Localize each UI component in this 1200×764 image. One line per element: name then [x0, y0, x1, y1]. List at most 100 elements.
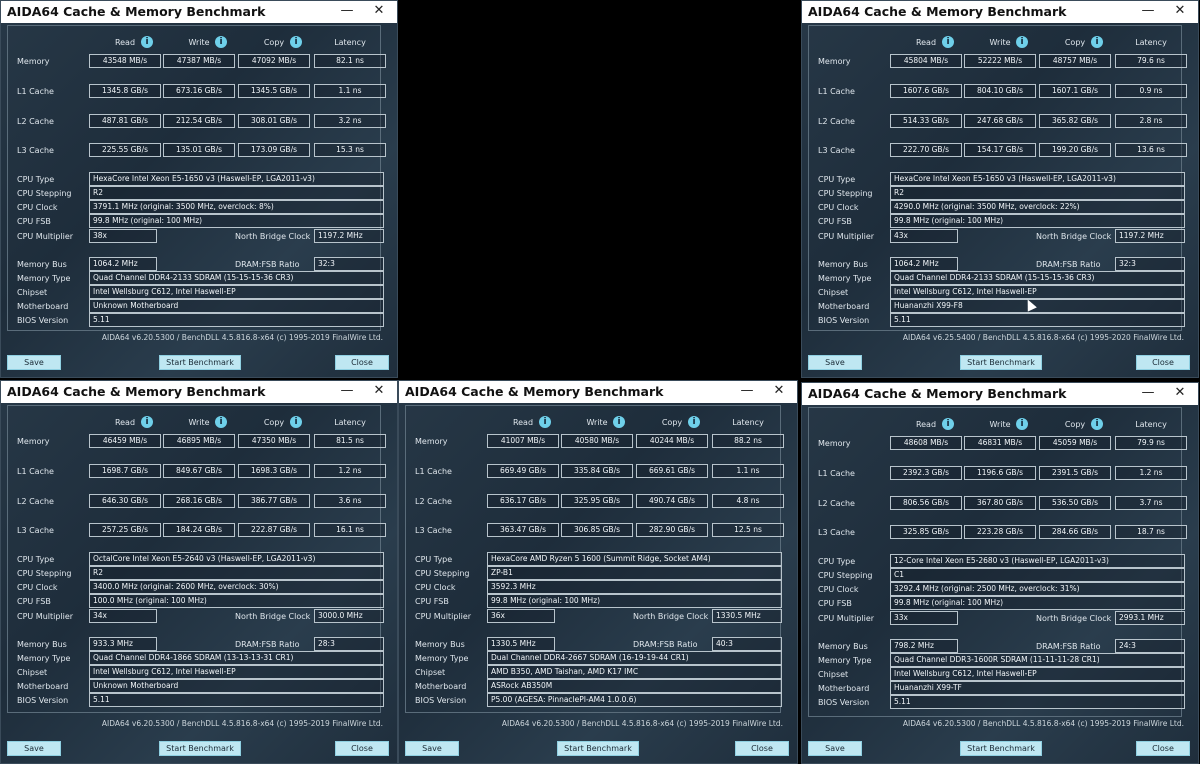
close-icon[interactable]: ✕	[1170, 384, 1190, 402]
window-title: AIDA64 Cache & Memory Benchmark	[808, 4, 1067, 19]
motherboard-label: Motherboard	[818, 302, 870, 311]
save-button[interactable]: Save	[7, 741, 61, 756]
info-icon[interactable]: i	[613, 416, 625, 428]
dram-fsb-ratio-label: DRAM:FSB Ratio	[1036, 260, 1101, 269]
l2-write-value: 212.54 GB/s	[163, 114, 235, 128]
chipset-label: Chipset	[415, 668, 446, 677]
l2-latency-value: 3.6 ns	[314, 494, 386, 508]
memory-write-value: 47387 MB/s	[163, 54, 235, 68]
north-bridge-clock-label: North Bridge Clock	[1036, 614, 1112, 623]
start-benchmark-button[interactable]: Start Benchmark	[159, 355, 241, 370]
memory-bus-value: 933.3 MHz	[89, 637, 157, 651]
memory-latency-value: 82.1 ns	[314, 54, 386, 68]
info-icon[interactable]: i	[215, 416, 227, 428]
l2-write-value: 268.16 GB/s	[163, 494, 235, 508]
start-benchmark-button[interactable]: Start Benchmark	[557, 741, 639, 756]
memory-type-label: Memory Type	[17, 654, 71, 663]
memory-type-label: Memory Type	[818, 274, 872, 283]
info-icon[interactable]: i	[539, 416, 551, 428]
cpu-clock-label: CPU Clock	[415, 583, 456, 592]
close-icon[interactable]: ✕	[369, 382, 389, 400]
close-icon[interactable]: ✕	[769, 382, 789, 400]
bios-version-label: BIOS Version	[818, 316, 870, 325]
benchmark-window: AIDA64 Cache & Memory Benchmark — ✕ Read i Wr…	[0, 0, 398, 378]
north-bridge-clock-label: North Bridge Clock	[1036, 232, 1112, 241]
cpu-clock-value: 3292.4 MHz (original: 2500 MHz, overcloc…	[890, 582, 1185, 596]
cpu-fsb-value: 99.8 MHz (original: 100 MHz)	[487, 594, 782, 608]
memory-type-label: Memory Type	[818, 656, 872, 665]
save-button[interactable]: Save	[808, 741, 862, 756]
close-button[interactable]: Close	[335, 741, 389, 756]
l2-cache-row-label: L2 Cache	[17, 117, 54, 126]
info-icon[interactable]: i	[290, 36, 302, 48]
close-icon[interactable]: ✕	[369, 2, 389, 20]
info-icon[interactable]: i	[141, 36, 153, 48]
motherboard-value: Unknown Motherboard	[89, 299, 384, 313]
minimize-icon[interactable]: —	[1138, 2, 1158, 20]
l3-copy-value: 284.66 GB/s	[1039, 525, 1111, 539]
latency-header: Latency	[732, 418, 764, 427]
minimize-icon[interactable]: —	[737, 382, 757, 400]
benchmark-window: AIDA64 Cache & Memory Benchmark — ✕ Read i Wr…	[398, 380, 798, 764]
l2-cache-row-label: L2 Cache	[415, 497, 452, 506]
close-icon[interactable]: ✕	[1170, 2, 1190, 20]
memory-write-value: 40580 MB/s	[561, 434, 633, 448]
cpu-clock-value: 3791.1 MHz (original: 3500 MHz, overcloc…	[89, 200, 384, 214]
cpu-fsb-value: 100.0 MHz (original: 100 MHz)	[89, 594, 384, 608]
memory-latency-value: 79.9 ns	[1115, 436, 1187, 450]
memory-read-value: 48608 MB/s	[890, 436, 962, 450]
info-icon[interactable]: i	[1016, 418, 1028, 430]
minimize-icon[interactable]: —	[337, 382, 357, 400]
l3-write-value: 184.24 GB/s	[163, 523, 235, 537]
l1-cache-row-label: L1 Cache	[818, 469, 855, 478]
l1-read-value: 1345.8 GB/s	[89, 84, 161, 98]
window-title: AIDA64 Cache & Memory Benchmark	[7, 4, 266, 19]
close-button[interactable]: Close	[335, 355, 389, 370]
info-icon[interactable]: i	[1016, 36, 1028, 48]
info-icon[interactable]: i	[215, 36, 227, 48]
cpu-clock-label: CPU Clock	[818, 585, 859, 594]
info-icon[interactable]: i	[1091, 36, 1103, 48]
info-icon[interactable]: i	[942, 418, 954, 430]
l3-latency-value: 15.3 ns	[314, 143, 386, 157]
start-benchmark-button[interactable]: Start Benchmark	[159, 741, 241, 756]
chipset-label: Chipset	[818, 670, 849, 679]
info-icon[interactable]: i	[141, 416, 153, 428]
cpu-stepping-value: R2	[89, 186, 384, 200]
cpu-type-label: CPU Type	[818, 175, 856, 184]
info-icon[interactable]: i	[942, 36, 954, 48]
save-button[interactable]: Save	[808, 355, 862, 370]
cpu-fsb-label: CPU FSB	[17, 597, 51, 606]
version-footer: AIDA64 v6.20.5300 / BenchDLL 4.5.816.8-x…	[101, 719, 383, 728]
start-benchmark-button[interactable]: Start Benchmark	[960, 355, 1042, 370]
close-button[interactable]: Close	[1136, 355, 1190, 370]
minimize-icon[interactable]: —	[337, 2, 357, 20]
memory-row-label: Memory	[17, 437, 50, 446]
l1-latency-value: 1.2 ns	[314, 464, 386, 478]
bios-version-label: BIOS Version	[17, 316, 69, 325]
close-button[interactable]: Close	[735, 741, 789, 756]
save-button[interactable]: Save	[405, 741, 459, 756]
cpu-multiplier-label: CPU Multiplier	[818, 614, 875, 623]
info-icon[interactable]: i	[688, 416, 700, 428]
memory-write-value: 46895 MB/s	[163, 434, 235, 448]
latency-header: Latency	[1135, 420, 1167, 429]
cpu-fsb-value: 99.8 MHz (original: 100 MHz)	[890, 214, 1185, 228]
l2-write-value: 367.80 GB/s	[964, 496, 1036, 510]
bios-version-value: 5.11	[890, 313, 1185, 327]
cpu-multiplier-value: 33x	[890, 611, 958, 625]
l3-read-value: 325.85 GB/s	[890, 525, 962, 539]
memory-row-label: Memory	[17, 57, 50, 66]
cpu-type-label: CPU Type	[17, 555, 55, 564]
close-button[interactable]: Close	[1136, 741, 1190, 756]
cpu-type-value: 12-Core Intel Xeon E5-2680 v3 (Haswell-E…	[890, 554, 1185, 568]
cpu-fsb-label: CPU FSB	[415, 597, 449, 606]
start-benchmark-button[interactable]: Start Benchmark	[960, 741, 1042, 756]
cpu-stepping-label: CPU Stepping	[818, 571, 873, 580]
version-footer: AIDA64 v6.20.5300 / BenchDLL 4.5.816.8-x…	[101, 333, 383, 342]
chipset-value: AMD B350, AMD Taishan, AMD K17 IMC	[487, 665, 782, 679]
minimize-icon[interactable]: —	[1138, 384, 1158, 402]
info-icon[interactable]: i	[1091, 418, 1103, 430]
save-button[interactable]: Save	[7, 355, 61, 370]
info-icon[interactable]: i	[290, 416, 302, 428]
